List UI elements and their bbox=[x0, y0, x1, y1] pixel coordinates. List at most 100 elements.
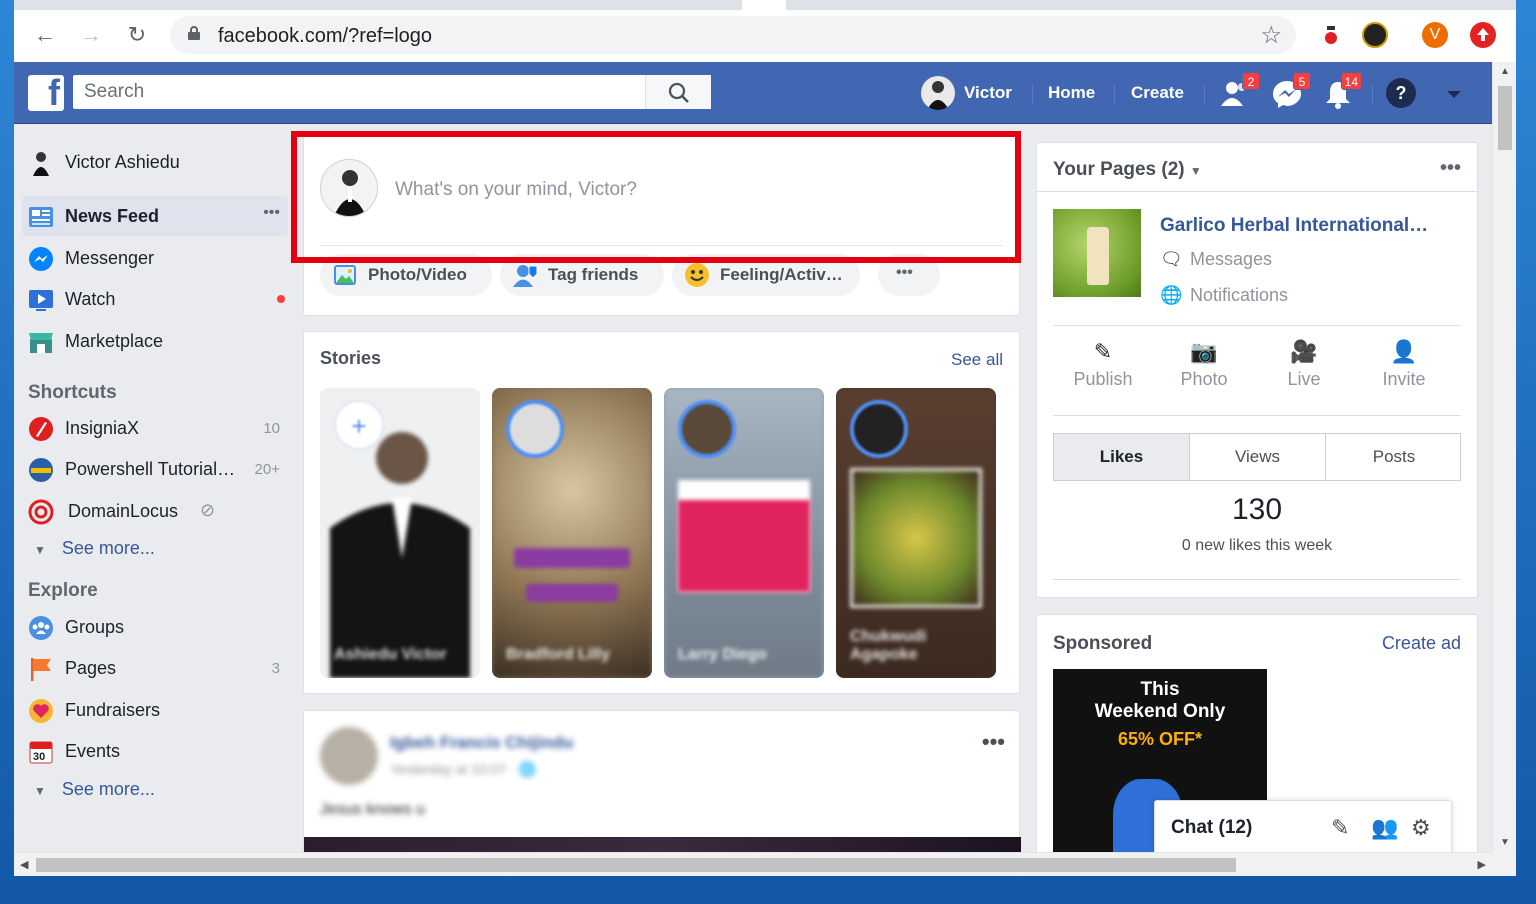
sidebar-item-fundraisers[interactable]: Fundraisers bbox=[22, 690, 288, 730]
post-author[interactable]: Igbeh Francis Chijindu bbox=[390, 733, 573, 753]
create-ad-link[interactable]: Create ad bbox=[1382, 633, 1461, 654]
divider bbox=[1037, 191, 1477, 192]
page-messages-link[interactable]: 🗨 Messages bbox=[1160, 249, 1272, 270]
tab-likes[interactable]: Likes bbox=[1054, 434, 1190, 480]
search-box bbox=[73, 75, 711, 109]
tab-posts[interactable]: Posts bbox=[1326, 434, 1462, 480]
sidebar-item-groups[interactable]: Groups bbox=[22, 607, 288, 647]
page-content: Victor Ashiedu News Feed ••• Messenger W… bbox=[14, 124, 1492, 852]
chevron-down-icon: ▼ bbox=[1189, 164, 1202, 178]
chevron-down-icon: ▼ bbox=[34, 543, 46, 557]
sidebar-item-events[interactable]: 30 Events bbox=[22, 731, 288, 771]
story-name: Larry Diego bbox=[678, 646, 767, 663]
live-button[interactable]: 🎥 Live bbox=[1254, 339, 1354, 390]
feed-post: Igbeh Francis Chijindu Yesterday at 10:0… bbox=[303, 710, 1021, 852]
scroll-right-arrow-icon[interactable]: ▶ bbox=[1478, 858, 1486, 871]
search-input[interactable] bbox=[73, 75, 645, 109]
post-options-icon[interactable]: ••• bbox=[982, 729, 1005, 755]
create-link[interactable]: Create bbox=[1131, 62, 1184, 124]
highlight-box bbox=[291, 131, 1021, 263]
more-options-icon[interactable]: ••• bbox=[1440, 157, 1461, 180]
sidebar-item-marketplace[interactable]: Marketplace bbox=[22, 321, 288, 361]
page-name-link[interactable]: Garlico Herbal International… bbox=[1160, 215, 1428, 237]
forward-arrow-icon[interactable]: → bbox=[76, 20, 106, 50]
divider bbox=[1053, 579, 1461, 580]
avatar[interactable] bbox=[921, 76, 955, 110]
see-more-shortcuts-link[interactable]: ▼ See more... bbox=[34, 538, 155, 559]
browser-tab[interactable] bbox=[786, 0, 1516, 10]
nav-separator bbox=[1204, 84, 1205, 104]
sidebar-item-powershell-tutorial[interactable]: Powershell Tutorial… 20+ bbox=[22, 449, 288, 489]
your-pages-title[interactable]: Your Pages (2) ▼ bbox=[1053, 159, 1202, 181]
sidebar-item-messenger[interactable]: Messenger bbox=[22, 238, 288, 278]
extension-icon[interactable] bbox=[1470, 22, 1496, 48]
story-card[interactable]: Larry Diego bbox=[664, 388, 824, 678]
new-content-dot bbox=[277, 295, 285, 303]
avatar[interactable] bbox=[320, 727, 378, 785]
new-message-icon[interactable]: ✎ bbox=[1331, 815, 1349, 841]
story-card[interactable]: + Ashiedu Victor bbox=[320, 388, 480, 678]
add-story-icon[interactable]: + bbox=[334, 400, 384, 450]
scroll-down-arrow-icon[interactable]: ▼ bbox=[1500, 837, 1510, 848]
browser-tab[interactable] bbox=[14, 0, 742, 10]
account-menu-chevron-down-icon[interactable] bbox=[1444, 84, 1464, 104]
chat-label: Chat (12) bbox=[1171, 817, 1253, 838]
chat-bar[interactable]: Chat (12) ✎ 👥 ⚙ bbox=[1154, 800, 1452, 852]
friend-requests-badge: 2 bbox=[1242, 72, 1260, 90]
help-icon[interactable]: ? bbox=[1386, 78, 1416, 108]
marketplace-icon bbox=[29, 333, 53, 353]
video-camera-icon: 🎥 bbox=[1290, 339, 1318, 364]
page-thumbnail[interactable] bbox=[1053, 209, 1141, 297]
groups-icon bbox=[29, 616, 53, 640]
notifications-badge: 14 bbox=[1340, 72, 1362, 90]
more-options-icon[interactable]: ••• bbox=[263, 204, 280, 222]
story-card[interactable]: Bradford Lilly bbox=[492, 388, 652, 678]
sidebar-item-news-feed[interactable]: News Feed ••• bbox=[22, 196, 288, 236]
extension-icon[interactable] bbox=[1318, 22, 1344, 48]
scroll-left-arrow-icon[interactable]: ◀ bbox=[20, 858, 28, 871]
see-all-stories-link[interactable]: See all bbox=[951, 350, 1003, 370]
post-media[interactable] bbox=[304, 837, 1021, 852]
vertical-scrollbar[interactable]: ▲ ▼ bbox=[1492, 62, 1516, 852]
story-card[interactable]: Chukwudi Agapoke bbox=[836, 388, 996, 678]
flag-icon bbox=[31, 658, 51, 681]
create-group-icon[interactable]: 👥 bbox=[1371, 815, 1398, 841]
avatar bbox=[33, 152, 49, 176]
page-notifications-link[interactable]: 🌐 Notifications bbox=[1160, 285, 1288, 306]
sidebar-item-pages[interactable]: Pages 3 bbox=[22, 648, 288, 688]
extension-icon[interactable] bbox=[1362, 22, 1388, 48]
friend-requests-button[interactable]: 2 bbox=[1220, 72, 1260, 110]
see-more-explore-link[interactable]: ▼ See more... bbox=[34, 779, 155, 800]
facebook-top-bar: f Victor Home Create 2 bbox=[14, 62, 1502, 124]
publish-button[interactable]: ✎ Publish bbox=[1053, 339, 1153, 390]
notifications-button[interactable]: 14 bbox=[1322, 72, 1362, 110]
sidebar-item-domainlocus[interactable]: DomainLocus ⊘ bbox=[22, 491, 288, 531]
address-bar[interactable]: facebook.com/?ref=logo ☆ bbox=[170, 16, 1296, 54]
post-text: Jesus knows u bbox=[320, 801, 425, 818]
scrollbar-thumb[interactable] bbox=[1498, 86, 1512, 150]
home-link[interactable]: Home bbox=[1048, 62, 1095, 124]
photo-button[interactable]: 📷 Photo bbox=[1154, 339, 1254, 390]
gear-icon[interactable]: ⚙ bbox=[1411, 815, 1431, 841]
bookmark-star-icon[interactable]: ☆ bbox=[1260, 21, 1282, 50]
invite-button[interactable]: 👤 Invite bbox=[1354, 339, 1454, 390]
profile-link[interactable]: Victor bbox=[964, 62, 1012, 124]
reload-icon[interactable]: ↻ bbox=[122, 20, 152, 50]
chat-bubble-icon: 🗨 bbox=[1160, 249, 1183, 269]
search-button[interactable] bbox=[645, 75, 711, 109]
back-arrow-icon[interactable]: ← bbox=[30, 20, 60, 50]
scroll-up-arrow-icon[interactable]: ▲ bbox=[1500, 66, 1510, 77]
sidebar-item-profile[interactable]: Victor Ashiedu bbox=[22, 142, 288, 182]
sidebar-item-insigniax[interactable]: InsigniaX 10 bbox=[22, 408, 288, 448]
profile-avatar[interactable]: V bbox=[1422, 22, 1448, 48]
facebook-logo[interactable]: f bbox=[28, 72, 64, 113]
news-feed-icon bbox=[29, 207, 53, 227]
horizontal-scrollbar[interactable]: ◀ ▶ bbox=[14, 852, 1492, 876]
stories-section: Stories See all + Ashiedu Victor Bradfor… bbox=[303, 331, 1020, 694]
fundraisers-heart-icon bbox=[29, 699, 53, 723]
sidebar-item-watch[interactable]: Watch bbox=[22, 279, 288, 319]
active-tab-gap bbox=[742, 0, 786, 10]
scrollbar-thumb[interactable] bbox=[36, 858, 1236, 872]
tab-views[interactable]: Views bbox=[1190, 434, 1326, 480]
messages-button[interactable]: 5 bbox=[1271, 72, 1311, 110]
